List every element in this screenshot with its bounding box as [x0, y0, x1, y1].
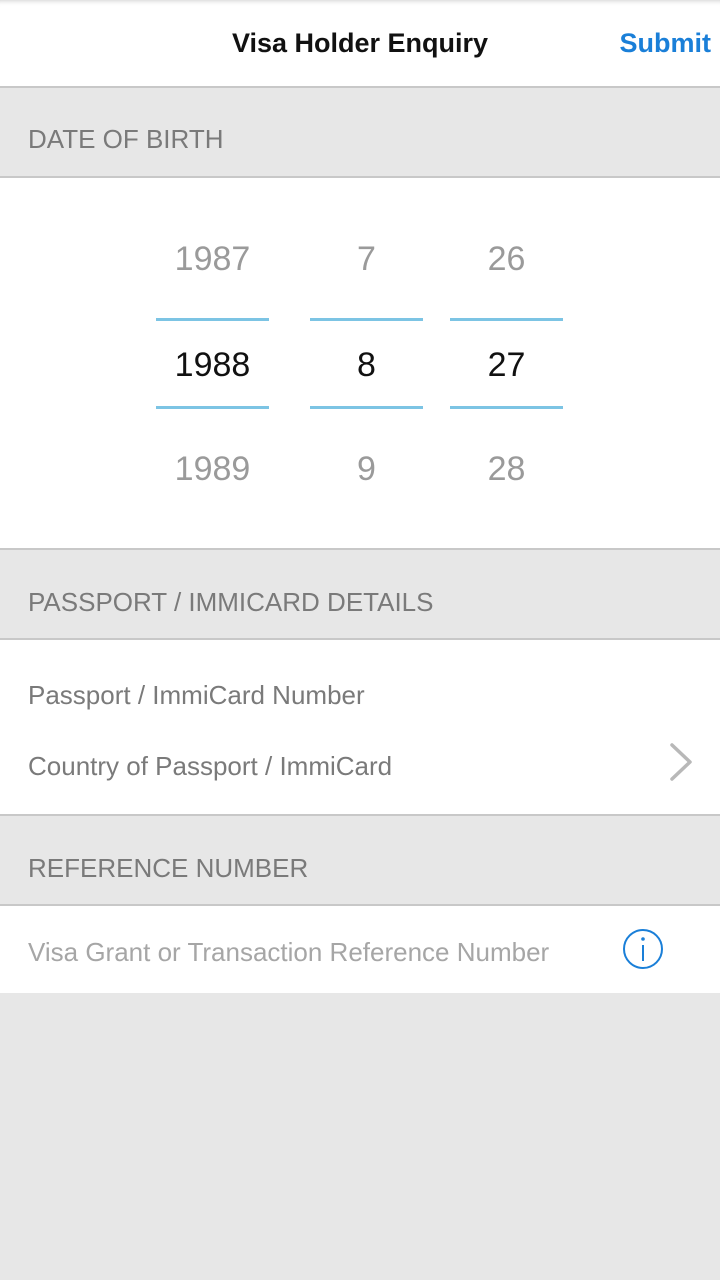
top-bar: Visa Holder Enquiry Submit: [0, 0, 720, 88]
day-prev-option[interactable]: 26: [450, 240, 563, 279]
month-prev-option[interactable]: 7: [310, 240, 423, 279]
year-next-option[interactable]: 1989: [156, 450, 269, 489]
day-picker-column[interactable]: 26 27 28: [450, 178, 563, 548]
month-selection-line-bottom: [310, 406, 423, 409]
submit-button[interactable]: Submit: [620, 28, 712, 59]
day-next-option[interactable]: 28: [450, 450, 563, 489]
info-icon[interactable]: [622, 928, 664, 970]
date-of-birth-picker[interactable]: 1987 1988 1989 7 8 9 26 27 28: [0, 176, 720, 550]
reference-number-block: Visa Grant or Transaction Reference Numb…: [0, 904, 720, 993]
month-next-option[interactable]: 9: [310, 450, 423, 489]
year-selected-option[interactable]: 1988: [156, 346, 269, 385]
year-selection-line-bottom: [156, 406, 269, 409]
page-title: Visa Holder Enquiry: [231, 28, 489, 58]
day-selection-line-top: [450, 318, 563, 321]
year-prev-option[interactable]: 1987: [156, 240, 269, 279]
year-picker-column[interactable]: 1987 1988 1989: [156, 178, 269, 548]
passport-number-input[interactable]: Passport / ImmiCard Number: [28, 680, 365, 711]
year-selection-line-top: [156, 318, 269, 321]
day-selection-line-bottom: [450, 406, 563, 409]
month-selected-option[interactable]: 8: [310, 346, 423, 385]
month-selection-line-top: [310, 318, 423, 321]
reference-number-input[interactable]: Visa Grant or Transaction Reference Numb…: [28, 937, 549, 968]
passport-country-select[interactable]: Country of Passport / ImmiCard: [28, 751, 392, 782]
month-picker-column[interactable]: 7 8 9: [310, 178, 423, 548]
day-selected-option[interactable]: 27: [450, 346, 563, 385]
section-header-date-of-birth: DATE OF BIRTH: [0, 90, 720, 176]
passport-details-block: Passport / ImmiCard Number Country of Pa…: [0, 638, 720, 816]
section-header-passport: PASSPORT / IMMICARD DETAILS: [0, 552, 720, 638]
section-header-reference: REFERENCE NUMBER: [0, 818, 720, 904]
chevron-right-icon[interactable]: [666, 742, 696, 782]
